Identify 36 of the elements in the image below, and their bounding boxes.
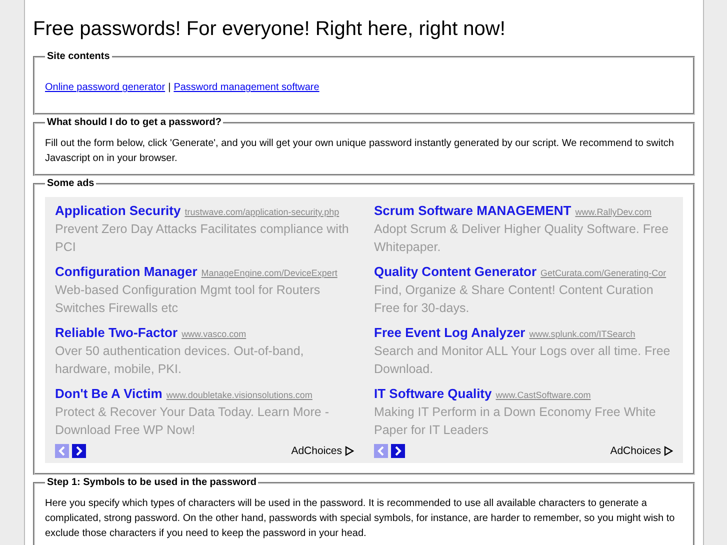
next-button[interactable]	[391, 444, 405, 458]
chevron-left-icon	[58, 446, 66, 456]
chevron-left-icon	[377, 446, 385, 456]
ad-title[interactable]: Don't Be A Victim	[55, 386, 162, 401]
ad-title[interactable]: Quality Content Generator	[374, 264, 537, 279]
page-title: Free passwords! For everyone! Right here, right now!	[33, 17, 506, 42]
adchoices-label[interactable]: AdChoices	[610, 445, 661, 457]
chevron-right-icon	[75, 446, 83, 456]
panel-legend: Step 1: Symbols to be used in the password	[45, 477, 258, 488]
step-description: Here you specify which types of characters will be used in the password. It is recommended to use all available characters to generate a complicated, strong password. On the other hand, passwords with special symbols, for instance, are harder to remember, so you might wish to exclude those characters if you need to keep the password in your head.	[45, 497, 676, 541]
ad-title[interactable]: Configuration Manager	[55, 264, 198, 279]
ad-text: Making IT Perform in a Down Economy Free White Paper for IT Leaders	[374, 404, 657, 439]
panel-legend: What should I do to get a password?	[45, 117, 224, 128]
next-button[interactable]	[72, 444, 86, 458]
ad-title[interactable]: Scrum Software MANAGEMENT	[374, 203, 572, 218]
chevron-right-icon	[394, 446, 402, 456]
ad-title[interactable]: IT Software Quality	[374, 386, 492, 401]
play-triangle-icon	[345, 446, 354, 456]
ad-text: Protect & Recover Your Data Today. Learn More - Download Free WP Now!	[55, 404, 330, 439]
ad-text: Over 50 authentication devices. Out-of-band, hardware, mobile, PKI.	[55, 343, 305, 378]
play-triangle-icon	[664, 446, 673, 456]
ad-title[interactable]: Reliable Two-Factor	[55, 325, 178, 340]
ad-title[interactable]: Free Event Log Analyzer	[374, 325, 526, 340]
ad-text: Search and Monitor ALL Your Logs over all time. Free Download.	[374, 343, 672, 378]
panel-legend: Some ads	[45, 178, 96, 189]
ad-text: Prevent Zero Day Attacks Facilitates compliance with PCI	[55, 221, 350, 256]
ad-text: Adopt Scrum & Deliver Higher Quality Software. Free Whitepaper.	[374, 221, 670, 256]
link-separator: |	[168, 82, 171, 93]
ad-text: Find, Organize & Share Content! Content Curation Free for 30-days.	[374, 282, 654, 317]
panel-legend: Site contents	[45, 51, 112, 62]
ad-title[interactable]: Application Security	[55, 203, 181, 218]
nav-link[interactable]: Online password generator	[45, 82, 166, 93]
ad-text: Web-based Configuration Mgmt tool for Routers Switches Firewalls etc	[55, 282, 322, 317]
instructions-text: Fill out the form below, click 'Generate', and you will get your own unique password instantly generated by our script. We recommend to switch Javascript on in your browser.	[45, 137, 675, 166]
adchoices-label[interactable]: AdChoices	[291, 445, 342, 457]
nav-link[interactable]: Password management software	[174, 82, 320, 93]
